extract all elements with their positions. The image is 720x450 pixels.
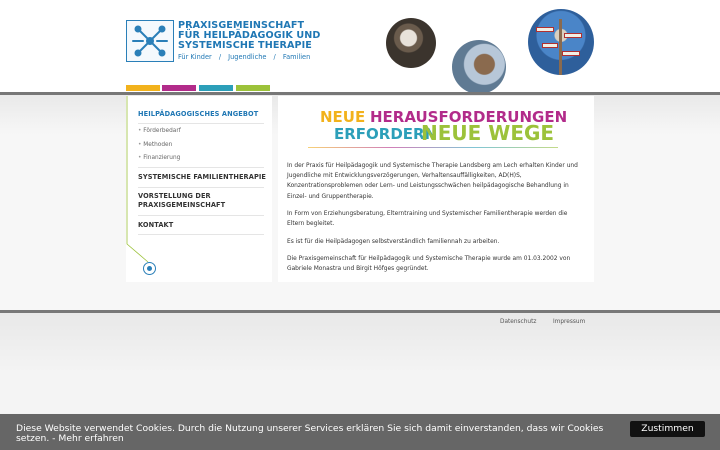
sidebar-item-vorstellung[interactable]: VORSTELLUNG DER PRAXISGEMEINSCHAFT	[138, 192, 238, 210]
nav-indicator-dot-icon	[143, 262, 156, 275]
header-photo-child	[386, 18, 436, 68]
header-photo-shoes	[452, 40, 506, 94]
color-bar-magenta	[162, 85, 196, 91]
sidebar-nav: HEILPÄDAGOGISCHES ANGEBOT Förderbedarf M…	[126, 96, 272, 282]
headline-neue: NEUE	[320, 108, 366, 126]
parents-paragraph: In Form von Erziehungsberatung, Elterntr…	[287, 211, 568, 228]
sidebar-subitem-finanzierung[interactable]: Finanzierung	[138, 155, 180, 161]
nav-separator	[138, 234, 264, 235]
color-bar-cyan	[199, 85, 233, 91]
founding-paragraph: Die Praxisgemeinschaft für Heilpädagogik…	[287, 256, 571, 273]
logo-line-3: SYSTEMISCHE THERAPIE	[178, 40, 312, 51]
signpost-sign	[536, 27, 554, 32]
cookie-text[interactable]: Diese Website verwendet Cookies. Durch d…	[16, 424, 626, 444]
sidebar-item-heilpaedagogisches-angebot[interactable]: HEILPÄDAGOGISCHES ANGEBOT	[138, 110, 258, 119]
cookie-banner: Diese Website verwendet Cookies. Durch d…	[0, 414, 720, 450]
sidebar-subitem-methoden[interactable]: Methoden	[138, 142, 172, 148]
tagline-jugendliche: Jugendliche	[228, 53, 267, 61]
nav-separator	[138, 187, 264, 188]
nav-separator	[138, 123, 264, 124]
logo-title[interactable]: PRAXISGEMEINSCHAFT FÜR HEILPÄDAGOGIK UND…	[178, 21, 320, 51]
main-content: NEUE HERAUSFORDERUNGEN ERFORDERN NEUE WE…	[278, 96, 594, 282]
logo-mark[interactable]	[126, 20, 174, 62]
cookie-accept-button[interactable]: Zustimmen	[630, 421, 705, 437]
tagline: Für Kinder / Jugendliche / Familien	[178, 53, 315, 61]
color-bar-green	[236, 85, 270, 91]
logo-figures-icon	[132, 25, 168, 57]
footer-link-datenschutz[interactable]: Datenschutz	[500, 319, 536, 325]
tagline-slash-1: /	[218, 53, 222, 61]
color-bar-yellow	[126, 85, 160, 91]
sidebar-subitem-foerderbedarf[interactable]: Förderbedarf	[138, 128, 181, 134]
signpost-sign	[564, 33, 582, 38]
header-photo-signpost	[528, 9, 594, 75]
headline-neue-wege: NEUE WEGE	[421, 121, 555, 145]
tagline-slash-2: /	[273, 53, 276, 61]
nav-separator	[138, 215, 264, 216]
site-footer	[0, 313, 720, 413]
signpost-sign	[542, 43, 558, 48]
intro-paragraph: In der Praxis für Heilpädagogik und Syst…	[287, 163, 578, 200]
sidebar-item-systemische-familientherapie[interactable]: SYSTEMISCHE FAMILIENTHERAPIE	[138, 173, 266, 182]
signpost-sign	[562, 51, 580, 56]
tagline-familien: Familien	[282, 53, 311, 61]
family-paragraph: Es ist für die Heilpädagogen selbstverst…	[287, 239, 500, 245]
signpost-pole	[559, 19, 562, 75]
tagline-kinder: Für Kinder	[178, 53, 212, 61]
headline-underline	[308, 147, 558, 148]
footer-link-impressum[interactable]: Impressum	[553, 319, 585, 325]
site-header: PRAXISGEMEINSCHAFT FÜR HEILPÄDAGOGIK UND…	[0, 0, 720, 94]
sidebar-item-kontakt[interactable]: KONTAKT	[138, 221, 173, 230]
nav-separator	[138, 167, 264, 168]
